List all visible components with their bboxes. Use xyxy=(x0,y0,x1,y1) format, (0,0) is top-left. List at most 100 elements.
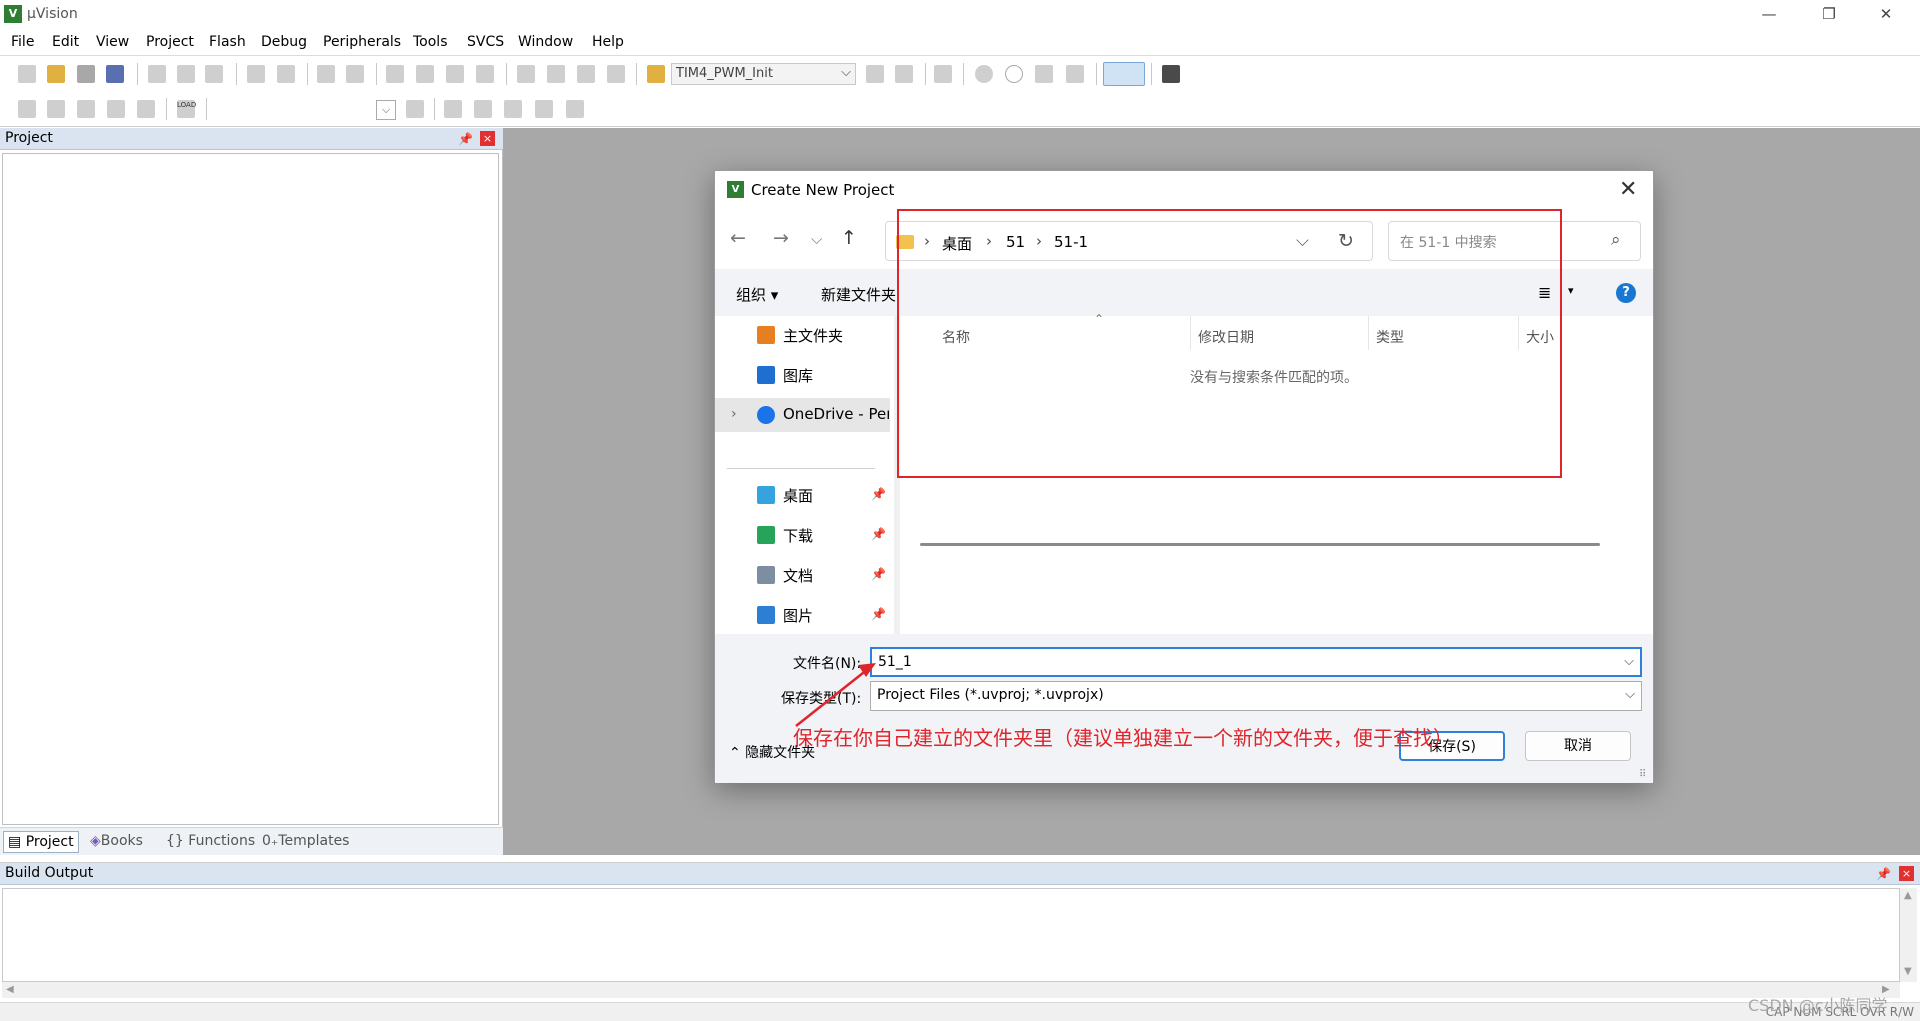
configure-icon[interactable] xyxy=(1162,65,1180,83)
navigate-forward-icon[interactable] xyxy=(346,65,364,83)
menu-svcs[interactable]: SVCS xyxy=(467,34,504,50)
pack-installer-icon[interactable] xyxy=(535,100,553,118)
organize-button[interactable]: 组织 ▾ xyxy=(736,284,778,305)
kill-all-breakpoints-icon[interactable] xyxy=(1066,65,1084,83)
find-icon[interactable] xyxy=(866,65,884,83)
menu-view[interactable]: View xyxy=(96,34,129,50)
menu-help[interactable]: Help xyxy=(592,34,624,50)
cancel-button[interactable]: 取消 xyxy=(1525,731,1631,761)
restore-button[interactable]: ❐ xyxy=(1806,2,1852,26)
menu-flash[interactable]: Flash xyxy=(209,34,246,50)
disable-all-breakpoints-icon[interactable] xyxy=(1035,65,1053,83)
debug-session-icon[interactable] xyxy=(934,65,952,83)
unindent-icon[interactable] xyxy=(547,65,565,83)
manage-rte-icon[interactable] xyxy=(504,100,522,118)
nav-item-pictures[interactable]: 图片 📌 xyxy=(715,598,890,632)
menu-edit[interactable]: Edit xyxy=(52,34,79,50)
save-all-icon[interactable] xyxy=(106,65,124,83)
menu-peripherals[interactable]: Peripherals xyxy=(323,34,401,50)
forward-arrow-icon[interactable]: → xyxy=(773,227,789,249)
tab-templates[interactable]: 0₊Templates xyxy=(258,831,353,853)
new-file-icon[interactable] xyxy=(18,65,36,83)
save-icon[interactable] xyxy=(77,65,95,83)
translate-icon[interactable] xyxy=(18,100,36,118)
prev-bookmark-icon[interactable] xyxy=(416,65,434,83)
up-arrow-icon[interactable]: ↑ xyxy=(841,227,857,249)
select-packs-icon[interactable] xyxy=(474,100,492,118)
scroll-left-icon[interactable]: ◀ xyxy=(6,984,14,995)
paste-icon[interactable] xyxy=(205,65,223,83)
nav-item-gallery[interactable]: 图库 xyxy=(715,358,890,392)
uncomment-icon[interactable] xyxy=(607,65,625,83)
filetype-select[interactable]: Project Files (*.uvproj; *.uvprojx) ⌵ xyxy=(870,681,1642,711)
window-layout-icon[interactable] xyxy=(1103,62,1145,86)
search-icon[interactable]: ⌕ xyxy=(1611,230,1621,250)
bookmark-icon[interactable] xyxy=(386,65,404,83)
manage-components-icon[interactable] xyxy=(444,100,462,118)
disable-breakpoint-icon[interactable] xyxy=(1005,65,1023,83)
pin-icon[interactable]: 📌 xyxy=(1876,867,1891,881)
filename-input[interactable]: 51_1 ⌵ xyxy=(870,647,1642,677)
target-options-dropdown[interactable]: ⌵ xyxy=(376,100,396,120)
next-bookmark-icon[interactable] xyxy=(446,65,464,83)
nav-item-home[interactable]: 主文件夹 xyxy=(715,318,890,352)
nav-item-documents[interactable]: 文档 📌 xyxy=(715,558,890,592)
view-dropdown-icon[interactable]: ▾ xyxy=(1568,284,1574,297)
expand-chevron-icon[interactable]: › xyxy=(731,406,737,422)
pin-icon[interactable]: 📌 xyxy=(458,132,473,146)
project-tree[interactable] xyxy=(2,153,499,825)
project-tabs: ▤ Project ◈Books {} Functions 0₊Template… xyxy=(0,827,503,855)
build-output-text[interactable] xyxy=(2,888,1900,982)
back-arrow-icon[interactable]: ← xyxy=(730,227,746,249)
nav-item-downloads[interactable]: 下载 📌 xyxy=(715,518,890,552)
recent-locations-icon[interactable]: ⌵ xyxy=(811,230,822,248)
scroll-down-icon[interactable]: ▼ xyxy=(1904,966,1912,977)
main-toolbar: TIM4_PWM_Init ⌵ xyxy=(0,57,1920,92)
undo-icon[interactable] xyxy=(247,65,265,83)
nav-item-onedrive[interactable]: › OneDrive - Pers xyxy=(715,398,890,432)
menu-debug[interactable]: Debug xyxy=(261,34,307,50)
options-for-target-icon[interactable] xyxy=(406,100,424,118)
redo-icon[interactable] xyxy=(277,65,295,83)
navigate-back-icon[interactable] xyxy=(317,65,335,83)
horizontal-scrollbar[interactable]: ◀ ▶ xyxy=(2,982,1900,998)
close-window-button[interactable]: ✕ xyxy=(1863,2,1909,26)
find-in-files-icon[interactable] xyxy=(647,65,665,83)
nav-item-desktop[interactable]: 桌面 📌 xyxy=(715,478,890,512)
menu-file[interactable]: File xyxy=(11,34,34,50)
breakpoint-icon[interactable] xyxy=(975,65,993,83)
close-panel-icon[interactable]: × xyxy=(1899,866,1914,881)
help-icon[interactable]: ? xyxy=(1616,283,1636,303)
scroll-up-icon[interactable]: ▲ xyxy=(1904,890,1912,901)
dropdown-arrow-icon[interactable]: ⌵ xyxy=(1625,687,1635,702)
build-icon[interactable] xyxy=(47,100,65,118)
comment-icon[interactable] xyxy=(577,65,595,83)
target-select[interactable]: TIM4_PWM_Init ⌵ xyxy=(671,63,856,85)
incremental-find-icon[interactable] xyxy=(895,65,913,83)
open-file-icon[interactable] xyxy=(47,65,65,83)
vertical-scrollbar[interactable]: ▲ ▼ xyxy=(1900,888,1917,982)
batch-build-icon[interactable] xyxy=(107,100,125,118)
menu-project[interactable]: Project xyxy=(146,34,194,50)
indent-icon[interactable] xyxy=(517,65,535,83)
tab-functions[interactable]: {} Functions xyxy=(162,831,259,853)
tab-books[interactable]: ◈Books xyxy=(86,831,147,853)
stop-build-icon[interactable] xyxy=(137,100,155,118)
dialog-close-button[interactable]: ✕ xyxy=(1619,177,1637,202)
rebuild-icon[interactable] xyxy=(77,100,95,118)
menu-window[interactable]: Window xyxy=(518,34,573,50)
annotation-text: 保存在你自己建立的文件夹里（建议单独建立一个新的文件夹，便于查找） xyxy=(793,726,1453,750)
copy-icon[interactable] xyxy=(177,65,195,83)
dropdown-arrow-icon[interactable]: ⌵ xyxy=(1624,654,1634,669)
close-panel-icon[interactable]: × xyxy=(480,131,495,146)
software-packs-icon[interactable] xyxy=(566,100,584,118)
download-load-icon[interactable]: LOAD xyxy=(177,100,196,118)
clear-bookmarks-icon[interactable] xyxy=(476,65,494,83)
resize-grip-icon[interactable]: ⠿ xyxy=(1639,769,1646,780)
menu-tools[interactable]: Tools xyxy=(413,34,448,50)
cut-icon[interactable] xyxy=(148,65,166,83)
file-list-scrollbar[interactable] xyxy=(920,543,1600,546)
minimize-button[interactable]: — xyxy=(1746,2,1792,26)
new-folder-button[interactable]: 新建文件夹 xyxy=(821,284,896,305)
tab-project[interactable]: ▤ Project xyxy=(3,831,79,853)
